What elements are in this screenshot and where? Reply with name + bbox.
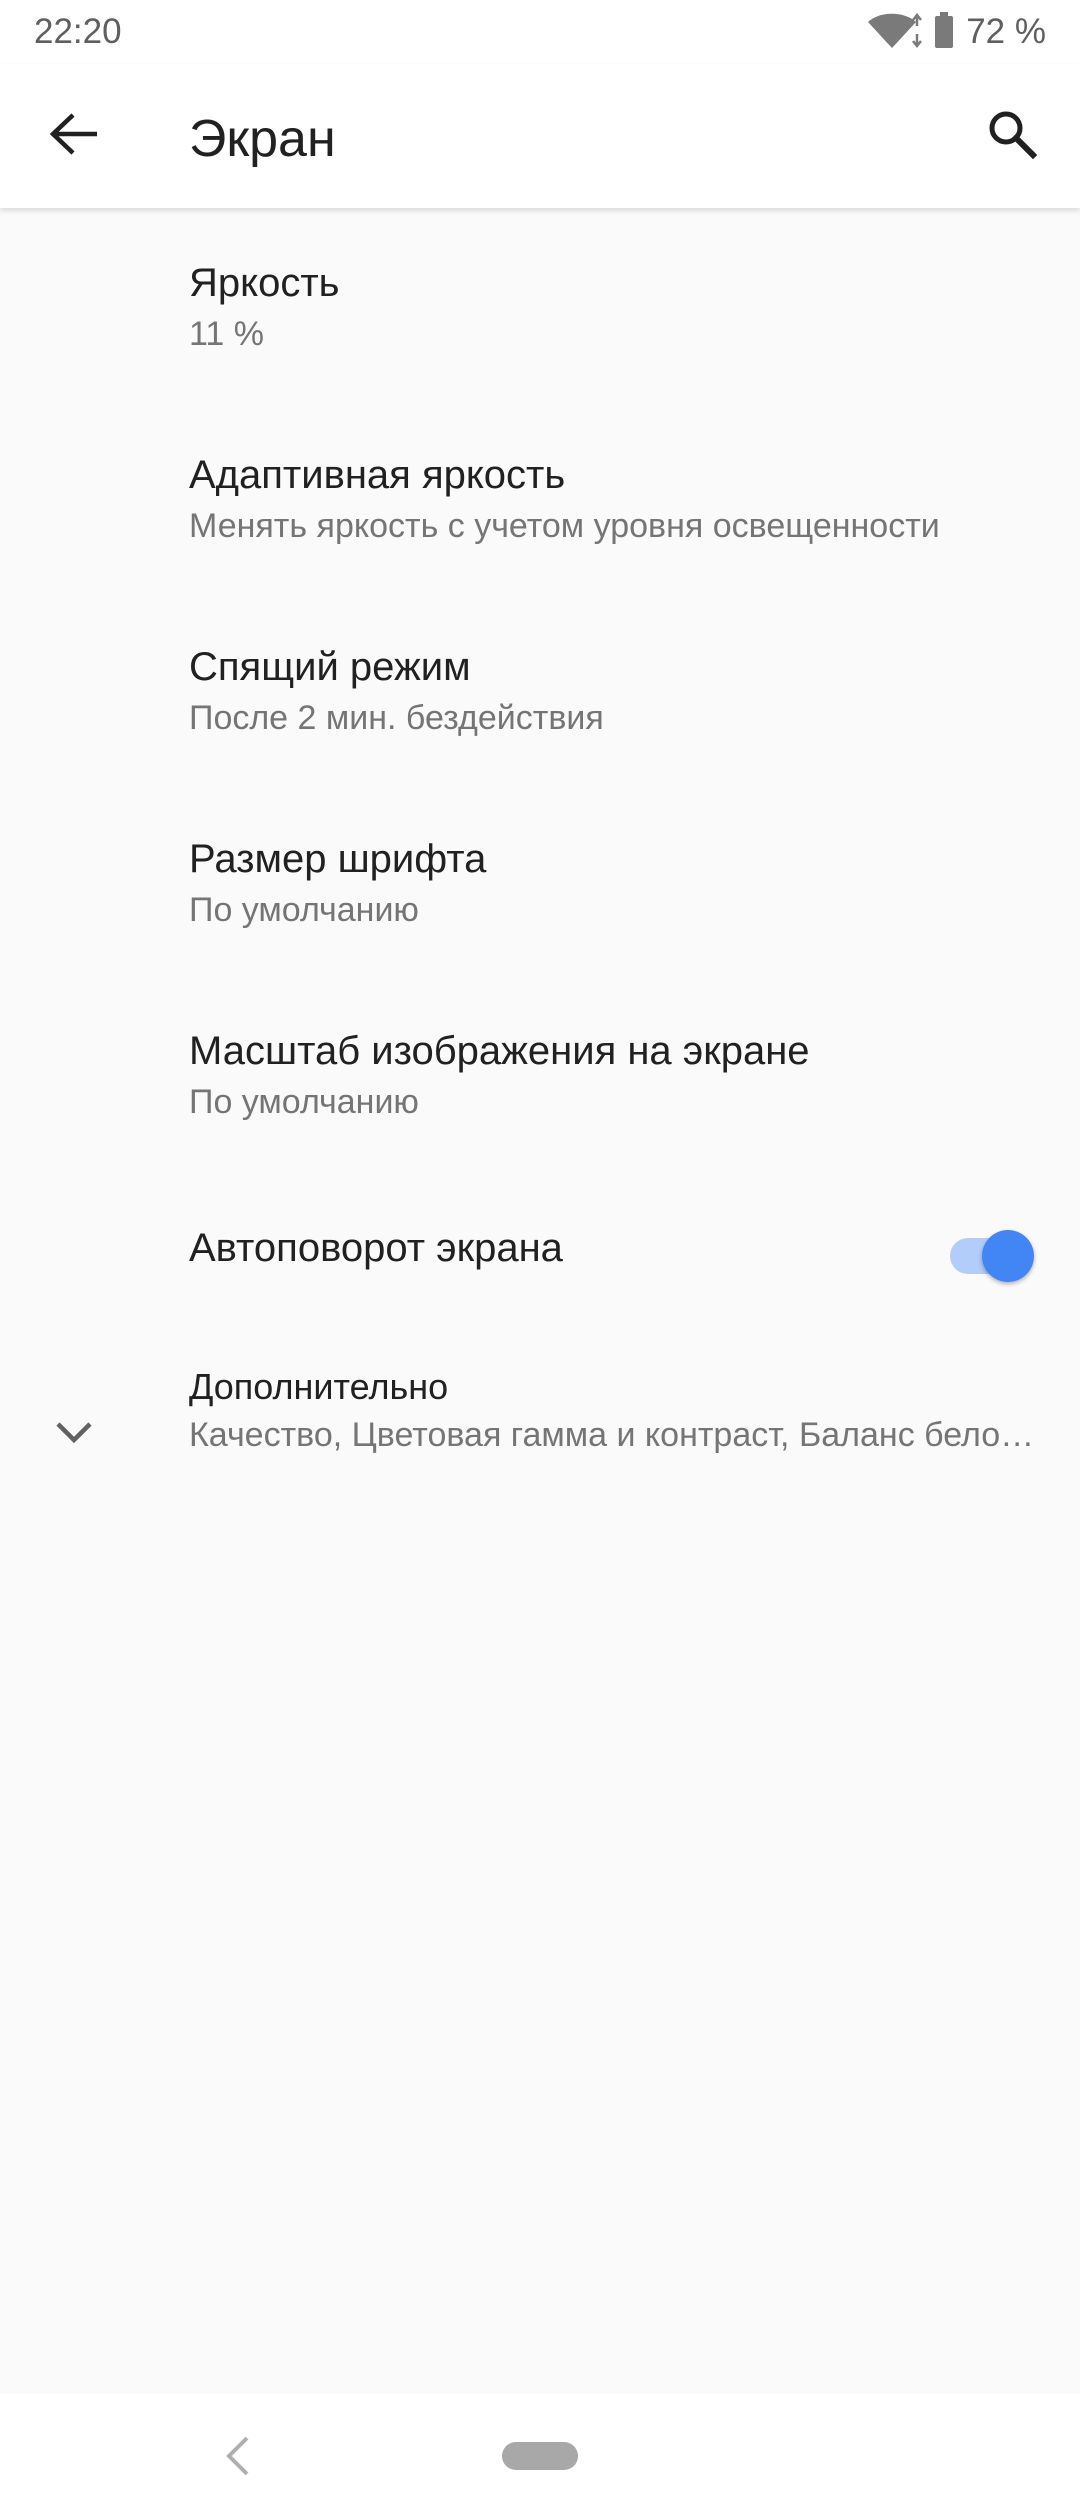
- battery-icon: [934, 11, 954, 53]
- setting-title: Автоповорот экрана: [189, 1226, 563, 1270]
- setting-brightness[interactable]: Яркость 11 %: [0, 208, 1080, 400]
- status-bar: 22:20 72 %: [0, 0, 1080, 64]
- setting-summary: По умолчанию: [189, 891, 419, 929]
- battery-percent: 72 %: [966, 12, 1046, 51]
- navigation-bar: [0, 2394, 1080, 2520]
- search-icon: [987, 109, 1038, 164]
- home-pill[interactable]: [502, 2442, 578, 2470]
- chevron-down-icon: [46, 1405, 102, 1461]
- toggle-thumb: [982, 1230, 1034, 1282]
- setting-summary: Качество, Цветовая гамма и контраст, Бал…: [189, 1416, 1037, 1454]
- setting-display-size[interactable]: Масштаб изображения на экране По умолчан…: [0, 976, 1080, 1168]
- setting-title: Спящий режим: [189, 645, 471, 689]
- setting-summary: По умолчанию: [189, 1083, 419, 1121]
- status-time: 22:20: [34, 12, 122, 51]
- nav-back-icon: [223, 2434, 251, 2483]
- arrow-back-icon: [49, 112, 99, 161]
- back-button[interactable]: [28, 96, 120, 176]
- setting-title: Размер шрифта: [189, 837, 487, 881]
- setting-adaptive-brightness[interactable]: Адаптивная яркость Менять яркость с учет…: [0, 400, 1080, 592]
- setting-font-size[interactable]: Размер шрифта По умолчанию: [0, 784, 1080, 976]
- setting-summary: После 2 мин. бездействия: [189, 699, 604, 737]
- setting-title: Адаптивная яркость: [189, 453, 566, 497]
- toolbar: Экран: [0, 64, 1080, 208]
- setting-auto-rotate[interactable]: Автоповорот экрана: [0, 1168, 1080, 1344]
- setting-summary: Менять яркость с учетом уровня освещенно…: [189, 507, 940, 545]
- setting-title: Масштаб изображения на экране: [189, 1029, 810, 1073]
- setting-sleep[interactable]: Спящий режим После 2 мин. бездействия: [0, 592, 1080, 784]
- status-icons: 72 %: [866, 10, 1046, 54]
- setting-title: Дополнительно: [189, 1366, 449, 1407]
- search-button[interactable]: [972, 96, 1052, 176]
- setting-title: Яркость: [189, 261, 340, 305]
- page-title: Экран: [189, 110, 336, 168]
- auto-rotate-toggle[interactable]: [950, 1216, 1034, 1296]
- wifi-icon: [866, 12, 923, 53]
- setting-summary: 11 %: [189, 315, 264, 353]
- nav-back-button[interactable]: [212, 2430, 262, 2486]
- setting-advanced[interactable]: Дополнительно Качество, Цветовая гамма и…: [0, 1344, 1080, 1538]
